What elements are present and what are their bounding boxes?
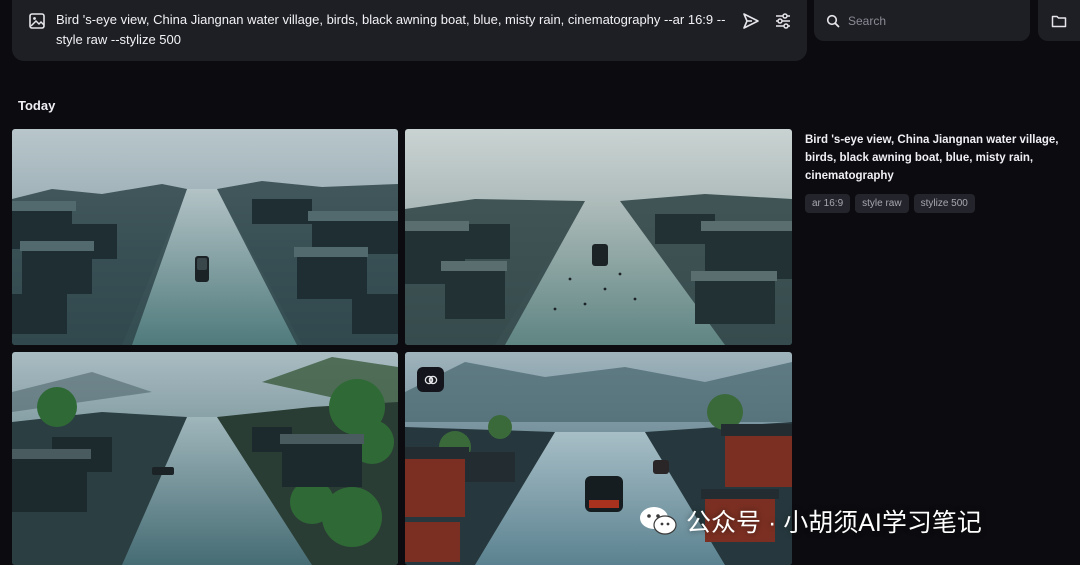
- tag-aspect-ratio[interactable]: ar 16:9: [805, 194, 851, 213]
- send-icon: [743, 13, 759, 29]
- watermark-text: 公众号 · 小胡须AI学习笔记: [686, 509, 982, 537]
- details-prompt: Bird 's-eye view, China Jiangnan water v…: [805, 134, 1059, 182]
- sliders-icon: [776, 13, 790, 29]
- brain-icon: [424, 375, 437, 384]
- settings-button[interactable]: [773, 11, 793, 31]
- app-page: Bird 's-eye view, China Jiangnan water v…: [0, 0, 1080, 565]
- image-icon[interactable]: [28, 12, 46, 30]
- wechat-logo-icon: [640, 507, 677, 535]
- search-box[interactable]: [814, 0, 1030, 41]
- generated-image-3[interactable]: [12, 352, 398, 565]
- generated-image-2[interactable]: [405, 129, 792, 345]
- folder-icon: [1051, 15, 1067, 27]
- tag-stylize[interactable]: stylize 500: [913, 194, 975, 213]
- tag-style[interactable]: style raw: [855, 194, 909, 213]
- section-title: Today: [18, 98, 56, 113]
- param-tags: ar 16:9 style raw stylize 500: [805, 194, 1070, 213]
- image-grid: [12, 129, 792, 565]
- details-panel: Bird 's-eye view, China Jiangnan water v…: [805, 131, 1070, 213]
- search-icon: [826, 14, 840, 27]
- folder-button[interactable]: [1038, 0, 1080, 41]
- prompt-bar[interactable]: Bird 's-eye view, China Jiangnan water v…: [12, 0, 807, 61]
- search-input[interactable]: [848, 13, 1018, 28]
- send-button[interactable]: [741, 11, 761, 31]
- generated-image-1[interactable]: [12, 129, 398, 345]
- remix-badge[interactable]: [417, 367, 444, 392]
- watermark: 公众号 · 小胡须AI学习笔记: [638, 503, 982, 539]
- prompt-input[interactable]: Bird 's-eye view, China Jiangnan water v…: [56, 10, 731, 52]
